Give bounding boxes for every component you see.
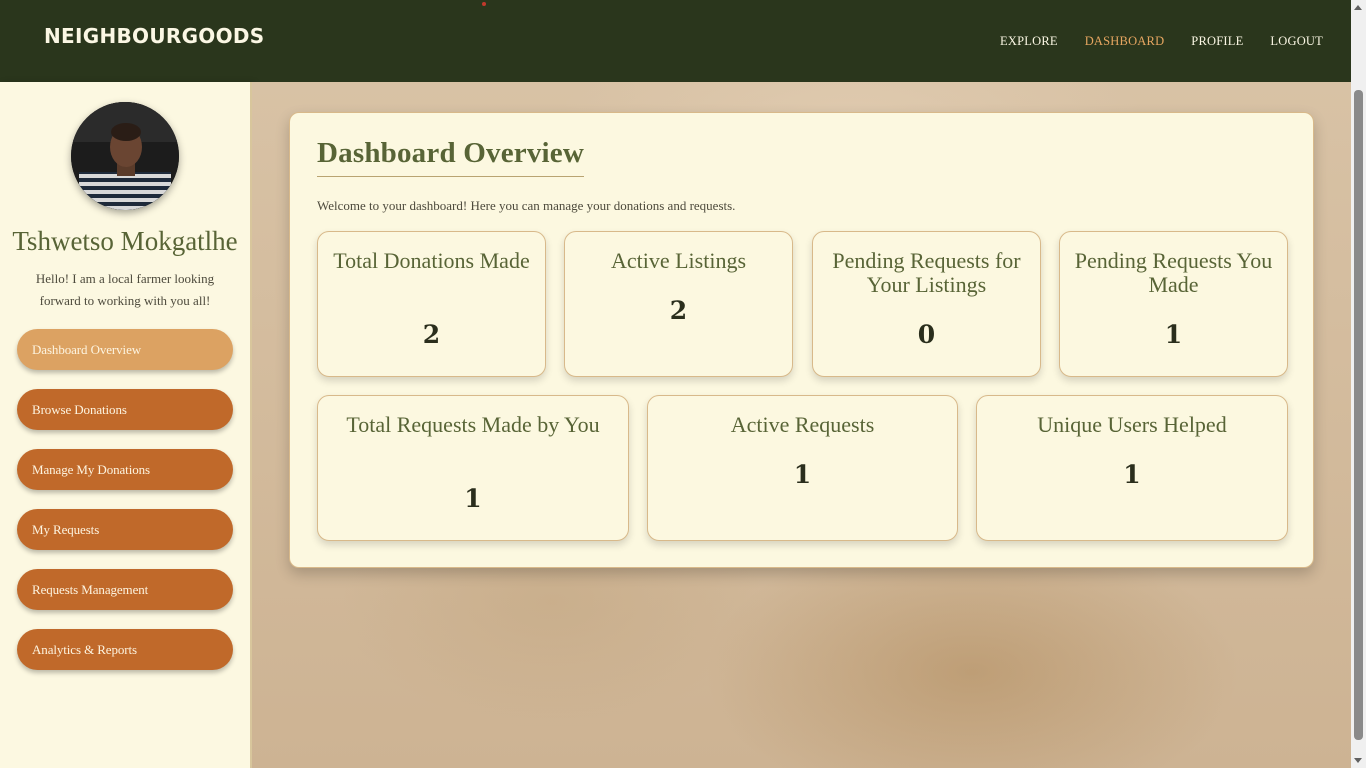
brand-logo[interactable]: NEIGHBOURGOODS — [44, 24, 265, 48]
cursor-dot — [482, 2, 486, 6]
stat-value: 1 — [1123, 460, 1141, 489]
stat-value: 1 — [1164, 320, 1183, 349]
page-title: Dashboard Overview — [317, 137, 585, 177]
stat-title: Active Listings — [610, 248, 747, 273]
nav-profile[interactable]: PROFILE — [1191, 34, 1243, 49]
stat-value: 2 — [669, 296, 688, 325]
stat-card-active-requests: Active Requests 1 — [647, 395, 958, 541]
nav-dashboard[interactable]: DASHBOARD — [1085, 34, 1165, 49]
stat-card-pending-requests-listings: Pending Requests for Your Listings 0 — [812, 231, 1041, 377]
stat-value: 1 — [793, 460, 812, 489]
stat-title: Active Requests — [730, 412, 875, 437]
dashboard-panel: Dashboard Overview Welcome to your dashb… — [289, 112, 1314, 568]
stat-title: Pending Requests for Your Listings — [832, 248, 1021, 297]
page-scrollbar[interactable] — [1351, 0, 1366, 768]
stat-title: Unique Users Helped — [1037, 412, 1227, 437]
stat-value: 0 — [917, 320, 936, 349]
sidebar-item-browse-donations[interactable]: Browse Donations — [17, 389, 233, 430]
user-name: Tshwetso Mokgatlhe — [12, 226, 238, 256]
stat-card-unique-users: Unique Users Helped 1 — [976, 395, 1288, 541]
stat-value: 2 — [422, 320, 441, 349]
page-subtitle: Welcome to your dashboard! Here you can … — [317, 198, 736, 213]
scroll-up-icon[interactable] — [1354, 5, 1362, 10]
avatar-photo — [71, 102, 179, 210]
sidebar: Tshwetso Mokgatlhe Hello! I am a local f… — [0, 82, 252, 768]
user-bio: Hello! I am a local farmer looking forwa… — [35, 271, 215, 308]
stat-card-pending-requests-made: Pending Requests You Made 1 — [1059, 231, 1288, 377]
stat-value: 1 — [464, 484, 482, 513]
sidebar-item-dashboard-overview[interactable]: Dashboard Overview — [17, 329, 233, 370]
stat-title: Pending Requests You Made — [1074, 248, 1273, 297]
nav-logout[interactable]: LOGOUT — [1270, 34, 1323, 49]
sidebar-menu: Dashboard Overview Browse Donations Mana… — [17, 329, 233, 670]
stat-card-total-requests: Total Requests Made by You 1 — [317, 395, 629, 541]
stat-card-active-listings: Active Listings 2 — [564, 231, 793, 377]
scroll-thumb[interactable] — [1354, 90, 1363, 740]
sidebar-item-requests-management[interactable]: Requests Management — [17, 569, 233, 610]
stat-card-total-donations: Total Donations Made 2 — [317, 231, 546, 377]
nav-explore[interactable]: EXPLORE — [1000, 34, 1058, 49]
top-navbar: NEIGHBOURGOODS EXPLORE DASHBOARD PROFILE… — [0, 0, 1351, 82]
sidebar-item-manage-my-donations[interactable]: Manage My Donations — [17, 449, 233, 490]
scroll-down-icon[interactable] — [1354, 758, 1362, 763]
avatar — [71, 102, 179, 210]
sidebar-item-my-requests[interactable]: My Requests — [17, 509, 233, 550]
stat-title: Total Requests Made by You — [346, 412, 600, 437]
stat-title: Total Donations Made — [333, 248, 530, 273]
main-nav: EXPLORE DASHBOARD PROFILE LOGOUT — [1000, 34, 1323, 49]
sidebar-item-analytics-reports[interactable]: Analytics & Reports — [17, 629, 233, 670]
